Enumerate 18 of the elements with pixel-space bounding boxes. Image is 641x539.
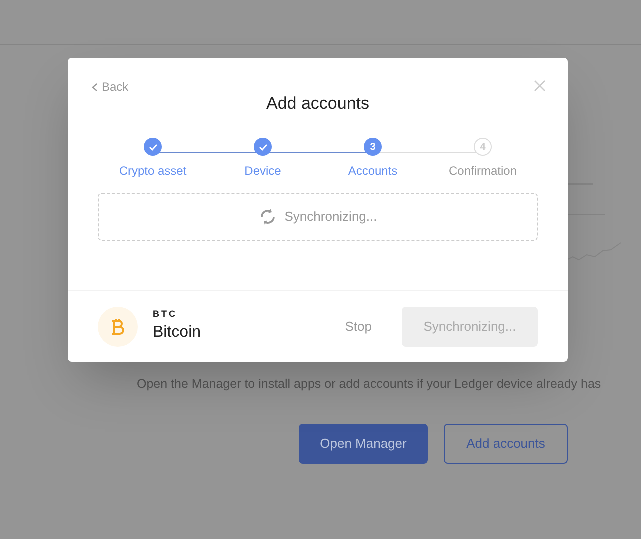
- close-icon[interactable]: [534, 80, 546, 92]
- bitcoin-icon: [98, 306, 138, 346]
- open-manager-button[interactable]: Open Manager: [299, 424, 428, 464]
- sync-text: Synchronizing...: [284, 208, 378, 226]
- ticker-text: BTC: [153, 308, 178, 321]
- currency-name: Bitcoin: [153, 323, 202, 344]
- step-label: Confirmation: [448, 163, 518, 180]
- add-accounts-button[interactable]: Add accounts: [444, 424, 568, 464]
- step-label: Crypto asset: [119, 163, 187, 180]
- step-number: 3: [364, 138, 382, 156]
- chevron-left-icon: [92, 82, 98, 92]
- description-text: Open the Manager to install apps or add accounts if your Ledger device already has: [137, 376, 602, 393]
- stop-button[interactable]: Stop: [345, 316, 372, 336]
- back-button[interactable]: Back: [92, 78, 129, 96]
- step-label: Device: [244, 163, 282, 180]
- step-label: Accounts: [348, 163, 398, 180]
- dialog-title: Add accounts: [265, 93, 370, 115]
- sync-icon: [258, 208, 277, 226]
